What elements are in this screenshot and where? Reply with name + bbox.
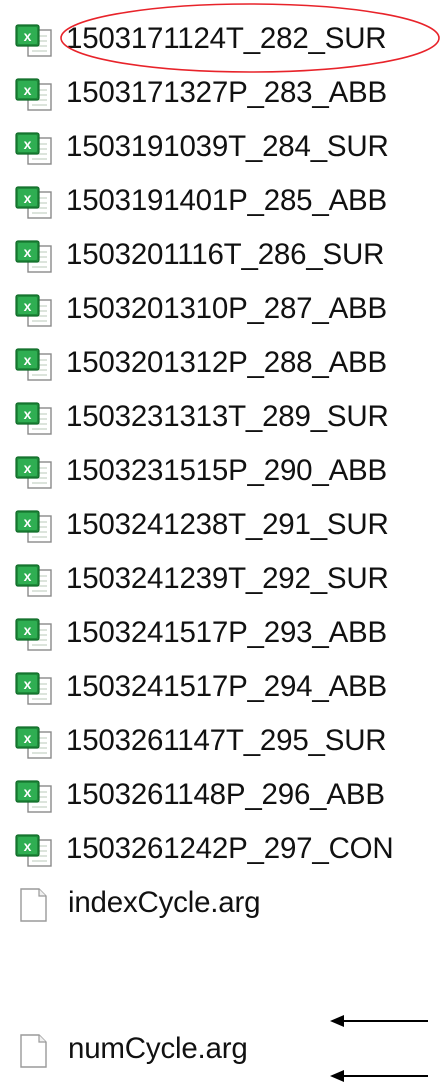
file-name: 1503241239T_292_SUR	[66, 562, 389, 595]
svg-text:x: x	[24, 406, 32, 422]
excel-icon: x	[15, 240, 53, 274]
svg-text:x: x	[24, 460, 32, 476]
file-item[interactable]: x 1503261242P_297_CON	[0, 822, 443, 876]
file-name: 1503261242P_297_CON	[66, 832, 394, 865]
svg-text:x: x	[24, 622, 32, 638]
svg-text:x: x	[24, 298, 32, 314]
excel-icon: x	[15, 402, 53, 436]
excel-icon: x	[15, 456, 53, 490]
file-item[interactable]: x 1503261148P_296_ABB	[0, 768, 443, 822]
file-item[interactable]: x 1503231313T_289_SUR	[0, 390, 443, 444]
excel-icon: x	[15, 726, 53, 760]
excel-icon: x	[15, 348, 53, 382]
svg-text:x: x	[24, 514, 32, 530]
file-name: 1503261147T_295_SUR	[66, 724, 387, 757]
file-item[interactable]: x 1503191401P_285_ABB	[0, 174, 443, 228]
file-name: 1503201312P_288_ABB	[66, 346, 388, 379]
excel-icon: x	[15, 186, 53, 220]
excel-icon: x	[15, 510, 53, 544]
file-name: 1503241517P_293_ABB	[66, 616, 388, 649]
file-name: 1503241238T_291_SUR	[66, 508, 389, 541]
svg-text:x: x	[24, 352, 32, 368]
blank-file-icon	[15, 1034, 53, 1068]
excel-icon: x	[15, 780, 53, 814]
excel-icon: x	[15, 294, 53, 328]
excel-icon: x	[15, 24, 53, 58]
file-name: 1503201310P_287_ABB	[66, 292, 388, 325]
svg-text:x: x	[24, 568, 32, 584]
svg-text:x: x	[24, 82, 32, 98]
excel-icon: x	[15, 834, 53, 868]
file-item[interactable]: x 1503191039T_284_SUR	[0, 120, 443, 174]
svg-text:x: x	[24, 190, 32, 206]
blank-file-icon	[15, 888, 53, 922]
file-name: 1503201116T_286_SUR	[66, 238, 385, 271]
svg-text:x: x	[24, 244, 32, 260]
arrow-left-icon	[330, 1015, 428, 1027]
file-item[interactable]: x 1503241517P_293_ABB	[0, 606, 443, 660]
arrow-left-icon	[330, 1070, 428, 1082]
excel-icon: x	[15, 618, 53, 652]
file-item[interactable]: x 1503261147T_295_SUR	[0, 714, 443, 768]
file-item[interactable]: x 1503231515P_290_ABB	[0, 444, 443, 498]
file-item[interactable]: x 1503241517P_294_ABB	[0, 660, 443, 714]
file-name: 1503171124T_282_SUR	[66, 22, 387, 55]
svg-text:x: x	[24, 136, 32, 152]
file-name: numCycle.arg	[68, 1032, 248, 1065]
file-item[interactable]: x 1503171124T_282_SUR	[0, 12, 443, 66]
excel-icon: x	[15, 672, 53, 706]
file-name: 1503231515P_290_ABB	[66, 454, 388, 487]
file-item[interactable]: x 1503201312P_288_ABB	[0, 336, 443, 390]
file-list: x 1503171124T_282_SUR x 1503171327P_283_…	[0, 0, 443, 1091]
excel-icon: x	[15, 132, 53, 166]
svg-text:x: x	[24, 784, 32, 800]
svg-text:x: x	[24, 676, 32, 692]
file-item[interactable]: x 1503201310P_287_ABB	[0, 282, 443, 336]
excel-icon: x	[15, 564, 53, 598]
excel-icon: x	[15, 78, 53, 112]
file-item[interactable]: x 1503241238T_291_SUR	[0, 498, 443, 552]
file-item[interactable]: x 1503171327P_283_ABB	[0, 66, 443, 120]
file-name: 1503191039T_284_SUR	[66, 130, 389, 163]
svg-text:x: x	[24, 730, 32, 746]
file-name: 1503261148P_296_ABB	[66, 778, 385, 811]
file-item[interactable]: x 1503201116T_286_SUR	[0, 228, 443, 282]
file-item[interactable]: x 1503241239T_292_SUR	[0, 552, 443, 606]
svg-text:x: x	[24, 838, 32, 854]
file-item[interactable]: indexCycle.arg	[0, 876, 443, 930]
file-name: 1503171327P_283_ABB	[66, 76, 388, 109]
file-name: indexCycle.arg	[68, 886, 261, 919]
svg-text:x: x	[24, 28, 32, 44]
file-name: 1503191401P_285_ABB	[66, 184, 388, 217]
file-name: 1503241517P_294_ABB	[66, 670, 388, 703]
file-name: 1503231313T_289_SUR	[66, 400, 389, 433]
